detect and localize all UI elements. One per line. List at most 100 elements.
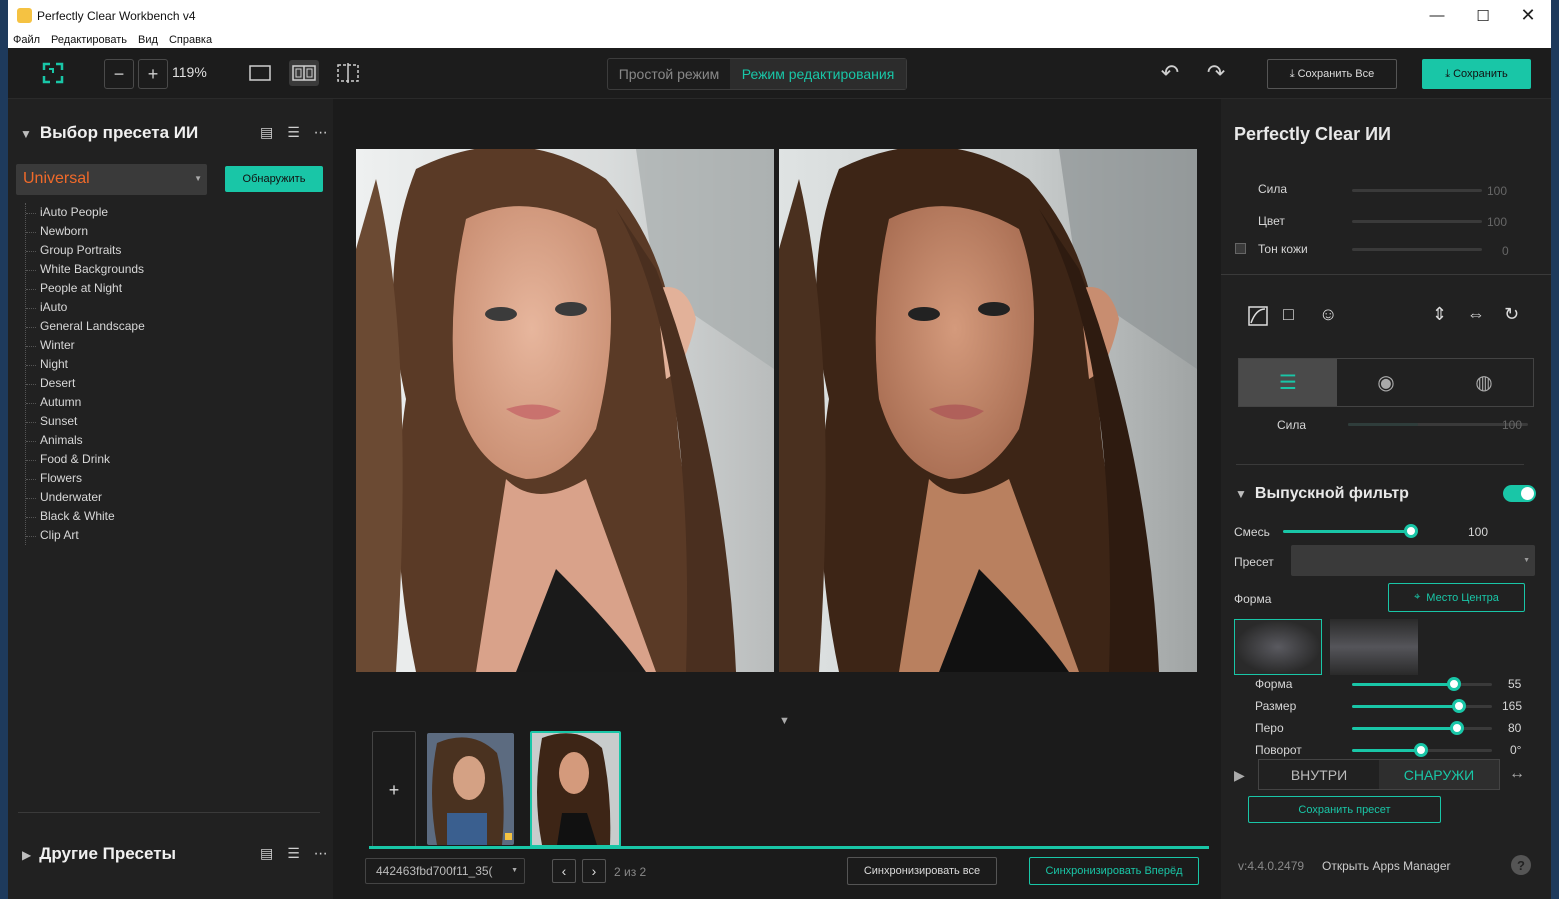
skin-tone-slider[interactable] — [1352, 248, 1482, 251]
preset-item[interactable]: Animals — [26, 431, 225, 450]
inside-tab[interactable]: ВНУТРИ — [1259, 760, 1379, 789]
next-image-button[interactable]: › — [582, 859, 606, 883]
color-slider[interactable] — [1352, 220, 1482, 223]
flip-horizontal-icon[interactable]: ⇔ — [1467, 304, 1485, 325]
undo-icon[interactable]: ↶ — [1158, 60, 1182, 85]
outside-tab[interactable]: СНАРУЖИ — [1379, 760, 1499, 789]
graduated-filter-toggle[interactable] — [1503, 485, 1536, 502]
play-triangle-icon[interactable]: ▶ — [1234, 767, 1245, 784]
preset-item[interactable]: Autumn — [26, 393, 225, 412]
mode-switch: Простой режим Режим редактирования — [607, 58, 907, 90]
minimize-button[interactable]: — — [1414, 0, 1460, 31]
open-apps-manager-link[interactable]: Открыть Apps Manager — [1322, 859, 1451, 873]
list-view-icon[interactable]: ☰ — [287, 124, 300, 141]
strength-value: 100 — [1487, 184, 1508, 198]
redo-icon[interactable]: ↷ — [1204, 60, 1228, 85]
thumbnail-2-selected[interactable] — [530, 731, 621, 847]
preset-item[interactable]: Desert — [26, 374, 225, 393]
strength-slider[interactable] — [1352, 189, 1482, 192]
feather-slider[interactable] — [1352, 721, 1492, 735]
expand-filmstrip-icon[interactable]: ▼ — [779, 715, 790, 727]
other-presets-header[interactable]: ▶ Другие Пресеты — [22, 844, 176, 864]
shape-slider[interactable] — [1352, 677, 1492, 691]
preset-item[interactable]: Group Portraits — [26, 241, 225, 260]
preset-dropdown[interactable]: Universal ▼ — [16, 164, 207, 195]
sync-forward-button[interactable]: Синхронизировать Вперёд — [1029, 857, 1199, 885]
grid-view-icon[interactable]: ▤ — [260, 845, 273, 862]
preset-item[interactable]: People at Night — [26, 279, 225, 298]
preset-item[interactable]: Underwater — [26, 488, 225, 507]
preset-item[interactable]: iAuto — [26, 298, 225, 317]
list-view-icon[interactable]: ☰ — [287, 845, 300, 862]
menu-file[interactable]: Файл — [13, 34, 40, 46]
edit-mode-tab[interactable]: Режим редактирования — [730, 59, 906, 89]
curves-icon[interactable] — [1248, 306, 1268, 331]
face-icon[interactable]: ☺ — [1319, 304, 1337, 325]
pc-ai-title: Perfectly Clear ИИ — [1234, 124, 1391, 144]
more-icon[interactable]: ⋯ — [314, 124, 328, 141]
preset-item[interactable]: Clip Art — [26, 526, 225, 545]
expand-triangle-icon: ▶ — [22, 848, 32, 862]
right-panel: Perfectly Clear ИИ Сила 100 Цвет 100 Тон… — [1221, 99, 1551, 899]
fit-screen-icon[interactable] — [40, 60, 66, 86]
color-label: Цвет — [1258, 214, 1285, 228]
file-name-dropdown[interactable]: 442463fbd700f11_35( ▼ — [365, 858, 525, 884]
toolbar: − + 119% Простой режим Режим редактирова… — [8, 48, 1551, 99]
zoom-out-button[interactable]: − — [104, 59, 134, 89]
preset-item[interactable]: Black & White — [26, 507, 225, 526]
radial-shape-option[interactable] — [1234, 619, 1322, 675]
preset-item[interactable]: Winter — [26, 336, 225, 355]
single-view-icon[interactable] — [248, 63, 272, 83]
linear-shape-option[interactable] — [1330, 619, 1418, 675]
prev-image-button[interactable]: ‹ — [552, 859, 576, 883]
crop-icon[interactable]: □ — [1283, 304, 1294, 325]
thumbnail-1[interactable] — [427, 733, 514, 845]
sync-all-button[interactable]: Синхронизировать все — [847, 857, 997, 885]
preset-item[interactable]: General Landscape — [26, 317, 225, 336]
image-counter: 2 из 2 — [614, 865, 647, 879]
globe-tab-icon[interactable]: ◉ — [1337, 359, 1435, 406]
download-icon: ⤓ — [1445, 67, 1451, 80]
original-photo[interactable] — [356, 149, 774, 672]
preset-item[interactable]: Food & Drink — [26, 450, 225, 469]
menu-help[interactable]: Справка — [169, 34, 212, 46]
maximize-button[interactable]: ☐ — [1460, 0, 1506, 31]
rotation-slider[interactable] — [1352, 743, 1492, 757]
detect-button[interactable]: Обнаружить — [225, 166, 323, 192]
swap-icon[interactable]: ↔ — [1509, 765, 1525, 783]
rotate-icon[interactable]: ↻ — [1504, 304, 1519, 325]
graduated-filter-header[interactable]: ▼ Выпускной фильтр — [1235, 485, 1409, 503]
menu-view[interactable]: Вид — [138, 34, 158, 46]
filter-preset-dropdown[interactable]: ▼ — [1291, 545, 1535, 576]
help-icon[interactable]: ? — [1511, 855, 1531, 875]
size-slider[interactable] — [1352, 699, 1492, 713]
mix-slider[interactable] — [1283, 524, 1418, 538]
zoom-in-button[interactable]: + — [138, 59, 168, 89]
split-view-icon[interactable] — [289, 60, 319, 86]
simple-mode-tab[interactable]: Простой режим — [608, 59, 730, 89]
tab-strength-slider[interactable] — [1348, 423, 1528, 426]
preset-item[interactable]: iAuto People — [26, 203, 225, 222]
preset-item[interactable]: Night — [26, 355, 225, 374]
preset-item[interactable]: Sunset — [26, 412, 225, 431]
flip-vertical-icon[interactable]: ⇕ — [1432, 304, 1447, 325]
palette-tab-icon[interactable]: ◍ — [1435, 359, 1533, 406]
sliders-tab-icon[interactable]: ☰ — [1239, 359, 1337, 406]
add-image-button[interactable]: + — [372, 731, 416, 849]
grid-view-icon[interactable]: ▤ — [260, 124, 273, 141]
ai-preset-header[interactable]: ▼ Выбор пресета ИИ — [20, 123, 198, 143]
close-button[interactable]: ✕ — [1505, 0, 1551, 31]
preset-item[interactable]: Flowers — [26, 469, 225, 488]
place-center-button[interactable]: ⌖ Место Центра — [1388, 583, 1525, 612]
save-button[interactable]: ⤓ Сохранить — [1422, 59, 1531, 89]
compare-view-icon[interactable] — [335, 61, 361, 85]
skin-tone-checkbox[interactable] — [1235, 243, 1246, 254]
edited-photo[interactable] — [779, 149, 1197, 672]
save-all-button[interactable]: ⤓ Сохранить Все — [1267, 59, 1397, 89]
adjust-tabs: ☰ ◉ ◍ — [1238, 358, 1534, 407]
menu-edit[interactable]: Редактировать — [51, 34, 127, 46]
preset-item[interactable]: White Backgrounds — [26, 260, 225, 279]
preset-item[interactable]: Newborn — [26, 222, 225, 241]
save-preset-button[interactable]: Сохранить пресет — [1248, 796, 1441, 823]
more-icon[interactable]: ⋯ — [314, 845, 328, 862]
